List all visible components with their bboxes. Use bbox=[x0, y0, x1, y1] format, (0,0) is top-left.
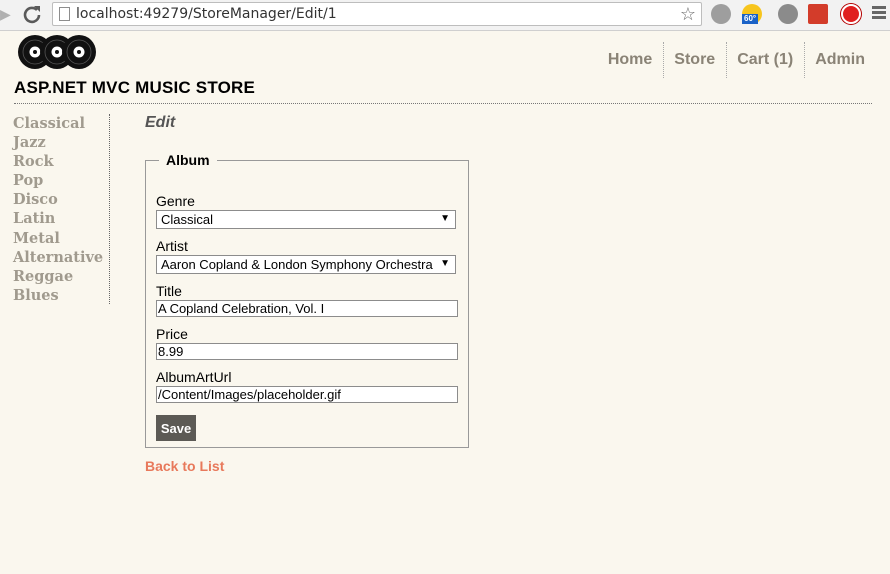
weather-temperature: 60° bbox=[742, 14, 759, 24]
category-link-jazz[interactable]: Jazz bbox=[13, 133, 109, 152]
category-list: Classical Jazz Rock Pop Disco Latin Meta… bbox=[13, 114, 110, 304]
weather-extension-icon[interactable]: 60° bbox=[742, 4, 762, 24]
page-icon bbox=[59, 7, 70, 21]
bookmark-star-icon[interactable]: ☆ bbox=[680, 4, 696, 25]
quote-extension-icon[interactable] bbox=[711, 4, 731, 24]
nav-admin-link[interactable]: Admin bbox=[804, 42, 876, 78]
phone-extension-icon[interactable] bbox=[778, 4, 798, 24]
page-heading: Edit bbox=[145, 114, 176, 131]
artist-selected-value: Aaron Copland & London Symphony Orchestr… bbox=[161, 257, 433, 272]
category-link-classical[interactable]: Classical bbox=[13, 114, 109, 133]
category-link-metal[interactable]: Metal bbox=[13, 229, 109, 248]
back-to-list-link[interactable]: Back to List bbox=[145, 458, 224, 474]
title-label: Title bbox=[156, 283, 182, 299]
category-link-rock[interactable]: Rock bbox=[13, 152, 109, 171]
artist-select[interactable]: Aaron Copland & London Symphony Orchestr… bbox=[156, 255, 456, 274]
top-navigation: Home Store Cart (1) Admin bbox=[598, 42, 876, 78]
url-text[interactable]: localhost:49279/StoreManager/Edit/1 bbox=[76, 6, 337, 22]
browser-menu-icon[interactable] bbox=[872, 6, 886, 21]
book-extension-icon[interactable] bbox=[808, 4, 828, 24]
genre-select[interactable]: Classical ▼ bbox=[156, 210, 456, 229]
price-input[interactable] bbox=[156, 343, 458, 360]
header-divider bbox=[14, 103, 872, 104]
nav-cart-link[interactable]: Cart (1) bbox=[726, 42, 804, 78]
title-input[interactable] bbox=[156, 300, 458, 317]
forward-icon[interactable]: ▶ bbox=[0, 6, 11, 23]
category-link-reggae[interactable]: Reggae bbox=[13, 267, 109, 286]
save-button[interactable]: Save bbox=[156, 415, 196, 441]
browser-toolbar: ▶ localhost:49279/StoreManager/Edit/1 ☆ … bbox=[0, 0, 890, 31]
albumart-url-input[interactable] bbox=[156, 386, 458, 403]
genre-label: Genre bbox=[156, 193, 195, 209]
category-link-blues[interactable]: Blues bbox=[13, 286, 109, 305]
dropdown-arrow-icon: ▼ bbox=[440, 213, 450, 224]
albumart-url-label: AlbumArtUrl bbox=[156, 369, 232, 385]
site-title: ASP.NET MVC MUSIC STORE bbox=[14, 78, 256, 97]
category-link-disco[interactable]: Disco bbox=[13, 190, 109, 209]
category-link-pop[interactable]: Pop bbox=[13, 171, 109, 190]
genre-selected-value: Classical bbox=[161, 212, 214, 227]
adblock-extension-icon[interactable] bbox=[841, 4, 861, 24]
address-bar[interactable]: localhost:49279/StoreManager/Edit/1 ☆ bbox=[52, 2, 702, 26]
dropdown-arrow-icon: ▼ bbox=[440, 258, 450, 269]
vinyl-records-logo-icon[interactable] bbox=[16, 33, 98, 71]
price-label: Price bbox=[156, 326, 188, 342]
artist-label: Artist bbox=[156, 238, 188, 254]
category-link-alternative[interactable]: Alternative bbox=[13, 248, 109, 267]
reload-icon[interactable] bbox=[20, 2, 44, 26]
album-fieldset: Album Genre Classical ▼ Artist Aaron Cop… bbox=[145, 152, 469, 448]
album-legend: Album bbox=[166, 152, 210, 168]
nav-home-link[interactable]: Home bbox=[598, 42, 663, 78]
nav-store-link[interactable]: Store bbox=[663, 42, 726, 78]
category-link-latin[interactable]: Latin bbox=[13, 209, 109, 228]
